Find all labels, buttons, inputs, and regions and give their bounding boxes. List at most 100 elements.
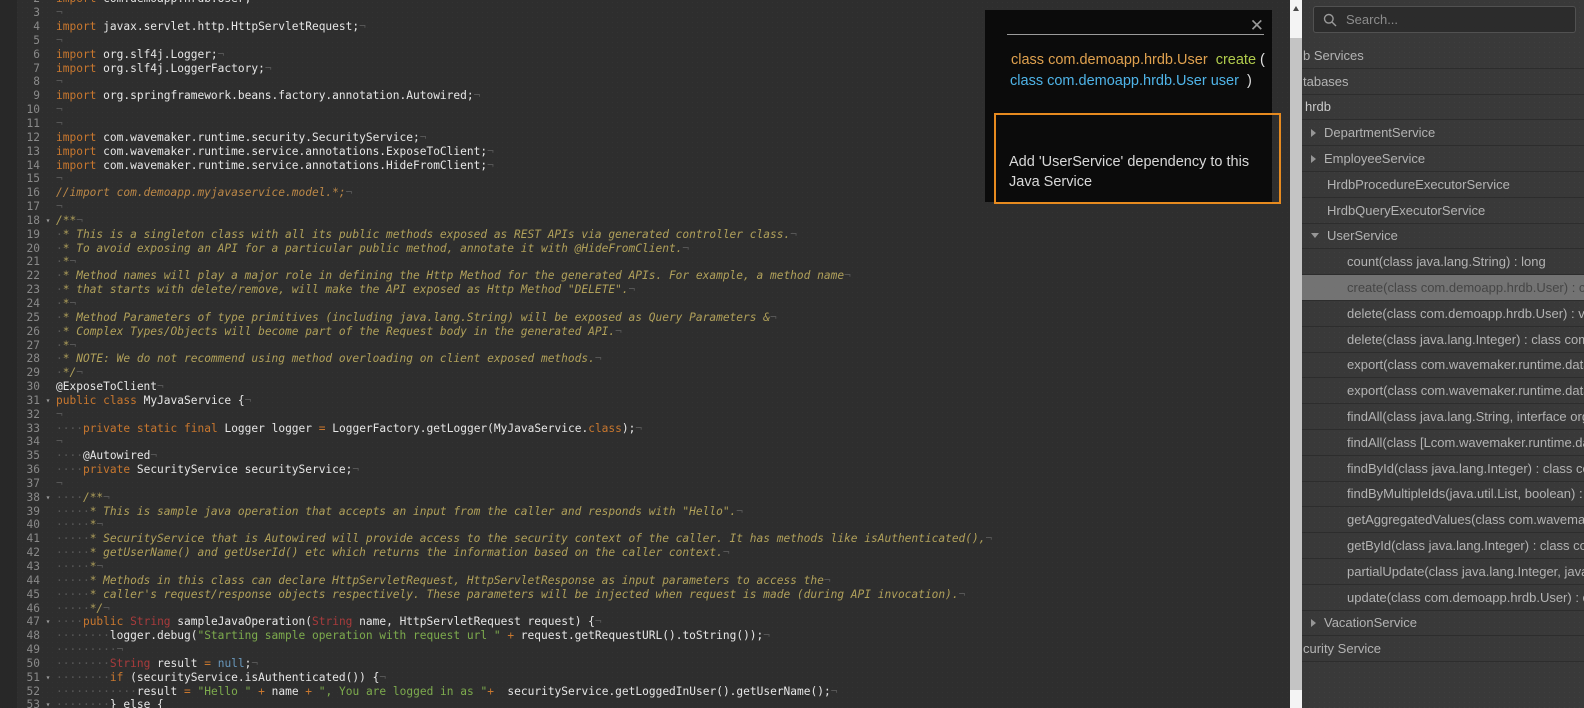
code-line[interactable]: 12import com.wavemaker.runtime.security.… bbox=[0, 131, 992, 145]
code-line[interactable]: 11¬ bbox=[0, 117, 992, 131]
search-input[interactable] bbox=[1344, 11, 1548, 28]
code-line[interactable]: 21·*¬ bbox=[0, 255, 992, 269]
code-line[interactable]: 4import javax.servlet.http.HttpServletRe… bbox=[0, 20, 992, 34]
chevron-right-icon[interactable] bbox=[1311, 155, 1316, 163]
token: request.getRequestURL().toString()); bbox=[514, 629, 763, 642]
code-line[interactable]: 27·*¬ bbox=[0, 339, 992, 353]
add-dependency-action-box[interactable]: Add 'UserService' dependency to this Jav… bbox=[994, 113, 1281, 204]
tree-method-item[interactable]: update(class com.demoapp.hrdb.User) : cl… bbox=[1302, 585, 1584, 611]
code-line[interactable]: 17¬ bbox=[0, 200, 992, 214]
code-line[interactable]: 33····private static final Logger logger… bbox=[0, 422, 992, 436]
tree-item[interactable]: DepartmentService bbox=[1302, 120, 1584, 146]
code-line[interactable]: 39·····* This is sample java operation t… bbox=[0, 505, 992, 519]
chevron-right-icon[interactable] bbox=[1311, 129, 1316, 137]
fold-marker-icon[interactable]: ▾ bbox=[40, 671, 56, 685]
search-box[interactable] bbox=[1313, 6, 1576, 33]
code-line[interactable]: 18▾/**¬ bbox=[0, 214, 992, 228]
tree-method-item[interactable]: count(class java.lang.String) : long bbox=[1302, 249, 1584, 275]
tree-method-item[interactable]: export(class com.wavemaker.runtime.data.… bbox=[1302, 378, 1584, 404]
tree-method-item[interactable]: findById(class java.lang.Integer) : clas… bbox=[1302, 456, 1584, 482]
token: org.slf4j.Logger; bbox=[96, 48, 217, 61]
code-line[interactable]: 14import com.wavemaker.runtime.service.a… bbox=[0, 159, 992, 173]
code-line[interactable]: 34¬ bbox=[0, 435, 992, 449]
token: ¬ bbox=[790, 228, 797, 241]
scrollbar-thumb[interactable] bbox=[1290, 38, 1302, 690]
code-line[interactable]: 15¬ bbox=[0, 172, 992, 186]
code-line[interactable]: 23·* that starts with delete/remove, wil… bbox=[0, 283, 992, 297]
scroll-up-button[interactable] bbox=[1290, 0, 1302, 16]
fold-marker-icon[interactable]: ▾ bbox=[40, 615, 56, 629]
code-line[interactable]: 35····@Autowired¬ bbox=[0, 449, 992, 463]
code-line[interactable]: 37¬ bbox=[0, 477, 992, 491]
tree-method-item[interactable]: findByMultipleIds(java.util.List, boolea… bbox=[1302, 482, 1584, 508]
code-line[interactable]: 5¬ bbox=[0, 34, 992, 48]
code-line[interactable]: 13import com.wavemaker.runtime.service.a… bbox=[0, 145, 992, 159]
fold-marker-icon[interactable]: ▾ bbox=[40, 491, 56, 505]
code-line[interactable]: 52············result = "Hello " + name +… bbox=[0, 685, 992, 699]
tree-item[interactable]: b Services bbox=[1302, 43, 1584, 69]
code-line[interactable]: 43·····*¬ bbox=[0, 560, 992, 574]
tree-item[interactable]: EmployeeService bbox=[1302, 146, 1584, 172]
close-icon[interactable]: ✕ bbox=[1250, 16, 1264, 36]
code-line[interactable]: 3¬ bbox=[0, 6, 992, 20]
tree-method-item[interactable]: getById(class java.lang.Integer) : class… bbox=[1302, 533, 1584, 559]
code-line[interactable]: 51▾········if (securityService.isAuthent… bbox=[0, 671, 992, 685]
tree-item[interactable]: VacationService bbox=[1302, 611, 1584, 637]
fold-marker-icon[interactable]: ▾ bbox=[40, 698, 56, 708]
code-line[interactable]: 25·* Method Parameters of type primitive… bbox=[0, 311, 992, 325]
code-line[interactable]: 53▾········} else { bbox=[0, 698, 992, 708]
code-line[interactable]: 49·········¬ bbox=[0, 643, 992, 657]
code-line[interactable]: 45·····* caller's request/response objec… bbox=[0, 588, 992, 602]
code-line[interactable]: 19·* This is a singleton class with all … bbox=[0, 228, 992, 242]
token: import bbox=[56, 0, 96, 5]
code-line[interactable]: 24·*¬ bbox=[0, 297, 992, 311]
code-line[interactable]: 7import org.slf4j.LoggerFactory;¬ bbox=[0, 62, 992, 76]
code-line[interactable]: 47▾····public String sampleJavaOperation… bbox=[0, 615, 992, 629]
fold-marker-icon[interactable]: ▾ bbox=[40, 214, 56, 228]
line-number: 5 bbox=[0, 34, 40, 48]
tree-method-item[interactable]: create(class com.demoapp.hrdb.User) : cl… bbox=[1302, 275, 1584, 301]
code-line[interactable]: 22·* Method names will play a major role… bbox=[0, 269, 992, 283]
code-line[interactable]: 26·* Complex Types/Objects will become p… bbox=[0, 325, 992, 339]
code-line[interactable]: 16//import com.demoapp.myjavaservice.mod… bbox=[0, 186, 992, 200]
tree-method-item[interactable]: delete(class java.lang.Integer) : class … bbox=[1302, 327, 1584, 353]
code-line[interactable]: 40·····*¬ bbox=[0, 518, 992, 532]
code-line[interactable]: 29·*/¬ bbox=[0, 366, 992, 380]
tree-method-item[interactable]: partialUpdate(class java.lang.Integer, j… bbox=[1302, 559, 1584, 585]
chevron-right-icon[interactable] bbox=[1311, 619, 1316, 627]
code-line[interactable]: 36····private SecurityService securitySe… bbox=[0, 463, 992, 477]
code-line[interactable]: 28·* NOTE: We do not recommend using met… bbox=[0, 352, 992, 366]
code-line[interactable]: 8¬ bbox=[0, 75, 992, 89]
code-line[interactable]: 48········logger.debug("Starting sample … bbox=[0, 629, 992, 643]
token: ¬ bbox=[763, 629, 770, 642]
code-line[interactable]: 9import org.springframework.beans.factor… bbox=[0, 89, 992, 103]
tree-item[interactable]: tabases bbox=[1302, 69, 1584, 95]
code-line[interactable]: 6import org.slf4j.Logger;¬ bbox=[0, 48, 992, 62]
code-line[interactable]: 32¬ bbox=[0, 408, 992, 422]
tree-method-item[interactable]: getAggregatedValues(class com.wavemaker bbox=[1302, 507, 1584, 533]
code-line[interactable]: 31▾public class MyJavaService {¬ bbox=[0, 394, 992, 408]
code-line[interactable]: 38▾····/**¬ bbox=[0, 491, 992, 505]
tree-item[interactable]: hrdb bbox=[1302, 95, 1584, 121]
tree-item[interactable]: curity Service bbox=[1302, 636, 1584, 662]
code-line[interactable]: 42·····* getUserName() and getUserId() e… bbox=[0, 546, 992, 560]
tree-method-item[interactable]: findAll(class java.lang.String, interfac… bbox=[1302, 404, 1584, 430]
code-line[interactable]: 44·····* Methods in this class can decla… bbox=[0, 574, 992, 588]
code-line[interactable]: 10¬ bbox=[0, 103, 992, 117]
tree-method-item[interactable]: delete(class com.demoapp.hrdb.User) : vo… bbox=[1302, 301, 1584, 327]
vertical-scrollbar[interactable] bbox=[1290, 0, 1302, 708]
code-line[interactable]: 30@ExposeToClient¬ bbox=[0, 380, 992, 394]
tree-item[interactable]: HrdbProcedureExecutorService bbox=[1302, 172, 1584, 198]
code-line[interactable]: 46·····*/¬ bbox=[0, 602, 992, 616]
fold-marker-icon[interactable]: ▾ bbox=[40, 394, 56, 408]
code-line[interactable]: 50········String result = null;¬ bbox=[0, 657, 992, 671]
fold-spacer bbox=[40, 242, 56, 256]
tree-item[interactable]: UserService bbox=[1302, 224, 1584, 250]
tree-item[interactable]: HrdbQueryExecutorService bbox=[1302, 198, 1584, 224]
code-line[interactable]: 20·* To avoid exposing an API for a part… bbox=[0, 242, 992, 256]
tree-method-item[interactable]: findAll(class [Lcom.wavemaker.runtime.da… bbox=[1302, 430, 1584, 456]
tree-method-item[interactable]: export(class com.wavemaker.runtime.data.… bbox=[1302, 353, 1584, 379]
chevron-down-icon[interactable] bbox=[1311, 233, 1319, 238]
code-line[interactable]: 41·····* SecurityService that is Autowir… bbox=[0, 532, 992, 546]
code-text: ····private static final Logger logger =… bbox=[56, 422, 642, 436]
